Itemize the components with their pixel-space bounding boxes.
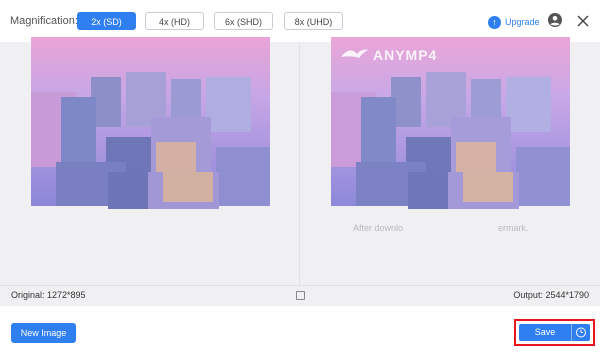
magnification-label: Magnification:: [10, 15, 78, 27]
option-4x-hd-button[interactable]: 4x (HD): [145, 12, 204, 30]
option-8x-uhd-button[interactable]: 8x (UHD): [284, 12, 343, 30]
upgrade-label: Upgrade: [505, 17, 540, 27]
save-highlight: Save: [514, 319, 595, 346]
watermark-note-right: ermark.: [498, 223, 529, 233]
close-icon[interactable]: [576, 14, 590, 28]
upgrade-button[interactable]: ↑ Upgrade: [488, 14, 540, 30]
new-image-button[interactable]: New Image: [11, 323, 76, 343]
account-icon[interactable]: [548, 13, 562, 27]
option-2x-sd-button[interactable]: 2x (SD): [77, 12, 136, 30]
resolution-bar: Original: 1272*895 Output: 2544*1790: [0, 285, 600, 306]
watermark: ANYMP4: [339, 46, 437, 64]
compare-icon[interactable]: [296, 291, 305, 300]
history-button[interactable]: [571, 324, 590, 341]
output-resolution: Output: 2544*1790: [513, 290, 589, 300]
watermark-note-left: After downlo: [353, 223, 404, 233]
save-button[interactable]: Save: [519, 324, 571, 341]
original-image-overflow: [108, 172, 219, 209]
original-resolution: Original: 1272*895: [11, 290, 86, 300]
watermark-note: After downlo ermark.: [353, 223, 529, 233]
option-6x-shd-button[interactable]: 6x (SHD): [214, 12, 273, 30]
upgrade-icon: ↑: [488, 15, 501, 29]
watermark-logo-icon: [341, 49, 368, 58]
watermark-text: ANYMP4: [373, 47, 438, 63]
output-image-overflow: [408, 172, 519, 209]
preview-divider[interactable]: [299, 42, 300, 304]
toolbar: Magnification: 2x (SD) 4x (HD) 6x (SHD) …: [0, 0, 600, 42]
clock-icon: [576, 327, 586, 338]
